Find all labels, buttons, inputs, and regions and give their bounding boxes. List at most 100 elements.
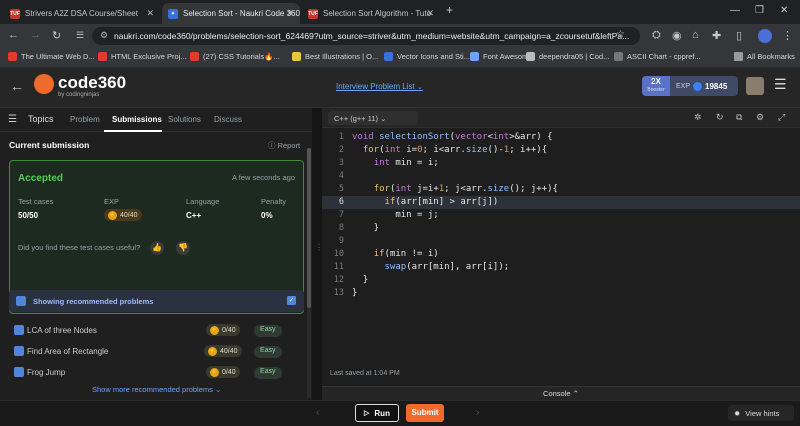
menu-icon[interactable]: ⋮ bbox=[782, 29, 793, 42]
new-tab-icon[interactable]: + bbox=[446, 3, 453, 17]
code-snippet-icon[interactable]: ⧉ bbox=[736, 112, 742, 123]
browser-tab-selection-sort[interactable]: ✦ Selection Sort - Naukri Code 360 ✕ bbox=[162, 3, 300, 24]
show-more-recommended-link[interactable]: Show more recommended problems ⌄ bbox=[92, 385, 221, 394]
settings-icon[interactable]: ⚙ bbox=[756, 112, 764, 123]
bug-icon[interactable]: ✲ bbox=[694, 112, 702, 123]
bookmark-item[interactable]: The Ultimate Web D... bbox=[8, 52, 95, 61]
illustration-icon bbox=[292, 52, 301, 61]
thumbs-up-icon[interactable]: 👍 bbox=[150, 241, 164, 255]
play-icon: ▷ bbox=[364, 410, 370, 417]
sidebar-icon[interactable]: ▯ bbox=[736, 29, 742, 42]
reload-icon[interactable]: ↻ bbox=[52, 29, 61, 42]
difficulty-badge: Easy bbox=[254, 325, 282, 337]
bookmark-item[interactable]: Font Awesome bbox=[470, 52, 532, 61]
minimize-icon[interactable]: — bbox=[730, 5, 740, 16]
exp-badge[interactable]: 2X Booster EXP 19845 bbox=[642, 76, 738, 96]
close-window-icon[interactable]: ✕ bbox=[780, 5, 788, 16]
address-bar[interactable]: ⚙ naukri.com/code360/problems/selection-… bbox=[92, 27, 640, 45]
browser-tab-tutorial[interactable]: TUF Selection Sort Algorithm - Tuto ✕ bbox=[302, 3, 440, 24]
code-line: int min = i; bbox=[373, 158, 439, 168]
topics-icon: ☰ bbox=[8, 114, 17, 125]
close-icon[interactable]: ✕ bbox=[286, 8, 294, 19]
youtube-icon bbox=[98, 52, 107, 61]
back-icon[interactable]: ← bbox=[8, 29, 19, 41]
extension-icon-2[interactable]: ◉ bbox=[672, 29, 682, 42]
info-icon: ⓘ bbox=[268, 141, 276, 150]
profile-avatar[interactable] bbox=[758, 29, 772, 43]
console-toggle[interactable]: Console ⌃ bbox=[322, 386, 800, 400]
tab-search-icon[interactable]: ☰ bbox=[76, 30, 84, 41]
striver-favicon: TUF bbox=[10, 8, 20, 19]
last-saved-text: Last saved at 1:04 PM bbox=[330, 370, 400, 377]
bookmark-item[interactable]: ASCII Chart - cppref... bbox=[614, 52, 701, 61]
browser-tab-striver[interactable]: TUF Strivers A2Z DSA Course/Sheet ✕ bbox=[4, 3, 160, 24]
list-item[interactable]: Find Area of Rectangle ⚡ 40/40 Easy bbox=[0, 343, 312, 359]
tab-problem[interactable]: Problem bbox=[70, 115, 100, 124]
extensions-puzzle-icon[interactable]: ✚ bbox=[712, 29, 721, 42]
all-bookmarks[interactable]: All Bookmarks bbox=[734, 52, 795, 61]
chevron-down-icon: ⌄ bbox=[214, 385, 222, 394]
extension-icon[interactable]: ⛭ bbox=[652, 29, 661, 42]
topics-button[interactable]: Topics bbox=[28, 114, 54, 124]
code-line: for(int i=0; i<arr.size()-1; i++){ bbox=[362, 145, 548, 155]
next-arrow-icon[interactable]: › bbox=[476, 407, 479, 418]
user-avatar[interactable] bbox=[746, 77, 764, 95]
code360-logo[interactable]: code360 bbox=[58, 73, 126, 93]
tab-discuss[interactable]: Discuss bbox=[214, 115, 242, 124]
code360-favicon: ✦ bbox=[168, 8, 178, 19]
panel-resizer[interactable]: ⋮ bbox=[312, 108, 323, 400]
report-button[interactable]: ⓘ Report bbox=[268, 140, 300, 151]
code-line: for(int j=i+1; j<arr.size(); j++){ bbox=[373, 184, 558, 194]
submission-time: A few seconds ago bbox=[232, 173, 295, 182]
problem-icon bbox=[14, 367, 24, 377]
current-submission-heading: Current submission bbox=[9, 140, 90, 150]
list-item[interactable]: Frog Jump ⚡ 0/40 Easy bbox=[0, 364, 312, 380]
tab-solutions[interactable]: Solutions bbox=[168, 115, 201, 124]
coin-icon: ⚡ bbox=[210, 325, 219, 335]
code-area[interactable]: 1 2 3 4 5 6 7 8 9 10 11 12 13 void selec… bbox=[322, 132, 800, 352]
forward-icon[interactable]: → bbox=[30, 29, 41, 41]
site-info-icon[interactable]: ⚙ bbox=[100, 30, 108, 41]
checkbox-checked-icon[interactable]: ✓ bbox=[287, 296, 296, 305]
interview-problem-list-link[interactable]: Interview Problem List ⌄ bbox=[336, 82, 423, 91]
bookmark-item[interactable]: (27) CSS Tutorials🔥... bbox=[190, 52, 280, 61]
tab-submissions[interactable]: Submissions bbox=[112, 115, 162, 124]
code-editor-panel: C++ (g++ 11) ⌄ ✲ ↻ ⧉ ⚙ ⤢ 1 2 3 4 5 6 7 8… bbox=[322, 108, 800, 386]
view-hints-button[interactable]: ✹ View hints bbox=[728, 405, 794, 421]
font-awesome-icon bbox=[470, 52, 479, 61]
bookmark-item[interactable]: Vector Icons and Sti... bbox=[384, 52, 470, 61]
bookmark-item[interactable]: deependra05 | Cod... bbox=[526, 52, 609, 61]
logo-subtitle: by codingninjas bbox=[58, 92, 100, 98]
thumbs-up-icon bbox=[16, 296, 26, 306]
bookmark-item[interactable]: Best Illustrations | O... bbox=[292, 52, 378, 61]
hamburger-menu-icon[interactable]: ☰ bbox=[774, 76, 787, 93]
list-item[interactable]: LCA of three Nodes ⚡ 0/40 Easy bbox=[0, 322, 312, 338]
reset-icon[interactable]: ↻ bbox=[716, 112, 724, 123]
language-select[interactable]: C++ (g++ 11) ⌄ bbox=[328, 111, 418, 125]
problem-icon bbox=[14, 325, 24, 335]
extension-icon-3[interactable]: ⌂ bbox=[692, 29, 699, 41]
penalty-value: 0% bbox=[261, 211, 273, 220]
vector-icon bbox=[384, 52, 393, 61]
codechef-icon bbox=[526, 52, 535, 61]
chevron-down-icon: ⌄ bbox=[380, 114, 387, 123]
thumbs-down-icon[interactable]: 👎 bbox=[176, 241, 190, 255]
close-icon[interactable]: ✕ bbox=[426, 8, 434, 19]
close-icon[interactable]: ✕ bbox=[146, 8, 154, 19]
code-line: min = j; bbox=[352, 210, 439, 220]
previous-arrow-icon[interactable]: ‹ bbox=[316, 407, 319, 418]
left-scrollbar[interactable] bbox=[307, 148, 311, 398]
run-button[interactable]: ▷ Run bbox=[355, 404, 399, 422]
code-line: } bbox=[352, 288, 358, 298]
fullscreen-icon[interactable]: ⤢ bbox=[778, 112, 785, 123]
folder-icon bbox=[734, 52, 743, 61]
bookmark-star-icon[interactable]: ☆ bbox=[616, 29, 625, 40]
bookmark-item[interactable]: HTML Exclusive Proj... bbox=[98, 52, 187, 61]
youtube-icon bbox=[190, 52, 199, 61]
restore-icon[interactable]: ❐ bbox=[755, 5, 764, 16]
back-arrow-icon[interactable]: ← bbox=[10, 78, 24, 94]
youtube-icon bbox=[8, 52, 17, 61]
left-tabs: ☰ Topics Problem Submissions Solutions D… bbox=[0, 108, 312, 132]
active-tab-indicator bbox=[104, 130, 162, 132]
submit-button[interactable]: Submit bbox=[406, 404, 444, 422]
